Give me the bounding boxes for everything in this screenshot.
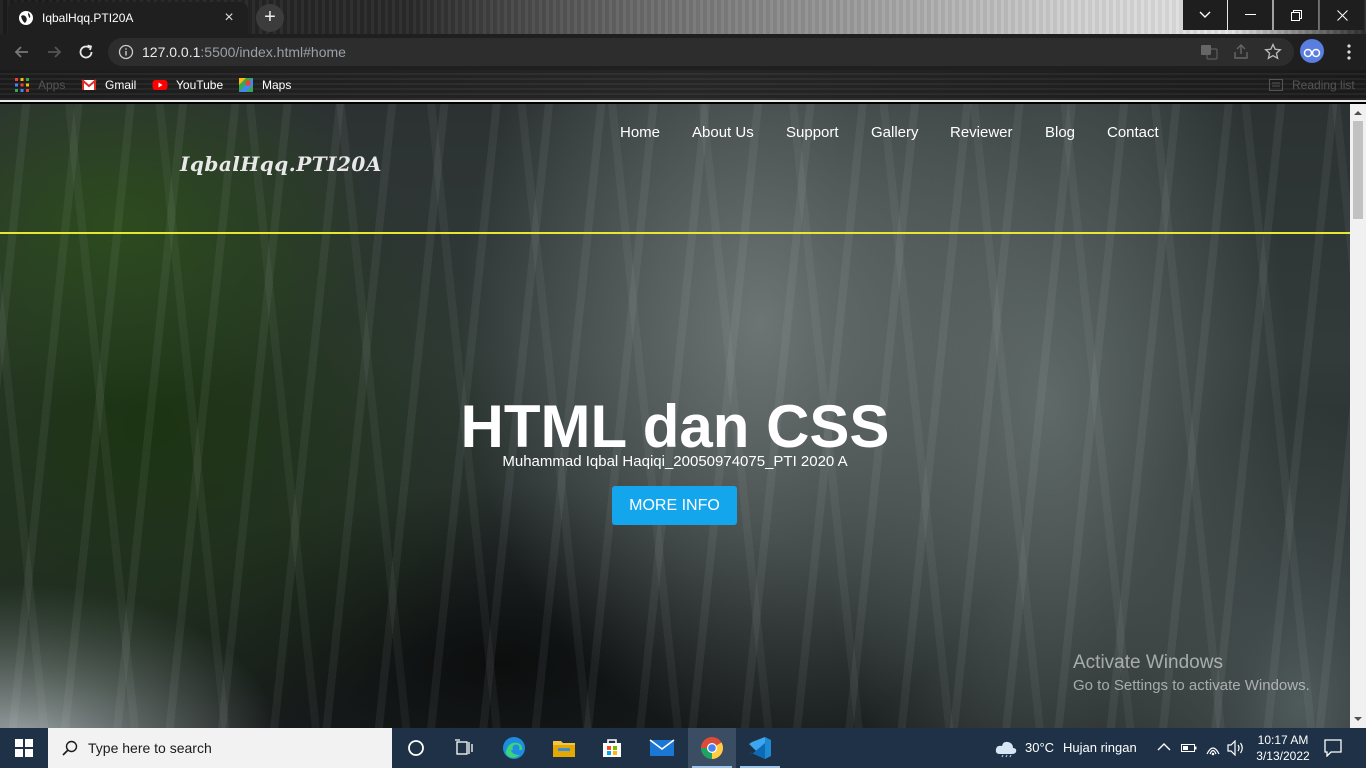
browser-titlebar: IqbalHqq.PTI20A × + — [0, 0, 1366, 34]
clock-date: 3/13/2022 — [1256, 749, 1310, 763]
cortana-button[interactable] — [392, 728, 440, 768]
windows-logo-icon — [15, 739, 33, 757]
tab-close-button[interactable]: × — [220, 10, 238, 26]
taskbar-edge[interactable] — [490, 728, 538, 768]
reading-list-button[interactable]: Reading list — [1268, 77, 1355, 93]
minimize-button[interactable] — [1228, 0, 1272, 30]
search-placeholder: Type here to search — [88, 740, 212, 756]
battery-icon[interactable] — [1181, 742, 1197, 754]
scroll-thumb[interactable] — [1353, 121, 1363, 219]
close-window-button[interactable] — [1320, 0, 1364, 30]
hero-title: HTML dan CSS — [460, 393, 890, 460]
share-icon[interactable] — [1232, 43, 1250, 61]
gmail-icon — [81, 79, 97, 90]
apps-grid-icon — [15, 78, 29, 92]
forward-arrow-icon[interactable] — [44, 42, 64, 62]
scroll-down-arrow-icon[interactable] — [1354, 715, 1362, 723]
search-icon — [62, 740, 78, 756]
nav-about-us[interactable]: About Us — [692, 124, 754, 141]
windows-taskbar: Type here to search 30°C Hujan ringan 10… — [0, 728, 1366, 768]
back-arrow-icon[interactable] — [12, 42, 32, 62]
site-logo-text[interactable]: IqbalHqq.PTI20A — [180, 152, 382, 176]
address-bar-row: 127.0.0.1 :5500/index.html#home — [0, 34, 1366, 70]
system-clock[interactable]: 10:17 AM 3/13/2022 — [1250, 732, 1316, 764]
page-scrollbar[interactable] — [1350, 104, 1366, 728]
nav-support[interactable]: Support — [786, 124, 839, 141]
chevron-up-icon[interactable] — [1157, 742, 1171, 752]
url-field[interactable]: 127.0.0.1 :5500/index.html#home — [108, 38, 1294, 66]
translate-icon[interactable] — [1200, 43, 1218, 61]
chevron-down-icon — [1199, 11, 1211, 18]
reading-list-icon — [1269, 79, 1283, 91]
taskbar-store[interactable] — [588, 728, 636, 768]
notification-center-icon[interactable] — [1324, 739, 1342, 757]
more-info-button[interactable]: MORE INFO — [612, 486, 737, 525]
clock-time: 10:17 AM — [1257, 733, 1309, 747]
store-icon — [603, 739, 621, 757]
start-button[interactable] — [0, 728, 48, 768]
tab-search-button[interactable] — [1183, 0, 1227, 30]
nav-gallery[interactable]: Gallery — [871, 124, 919, 141]
page-viewport: Home About Us Support Gallery Reviewer B… — [0, 104, 1350, 728]
bookmark-gmail[interactable]: Gmail — [81, 77, 136, 93]
nav-reviewer[interactable]: Reviewer — [950, 124, 1013, 141]
bookmarks-bar: Apps Gmail YouTube Maps Reading list — [0, 70, 1366, 102]
bookmark-maps[interactable]: Maps — [238, 77, 291, 93]
bookmark-youtube[interactable]: YouTube — [152, 77, 223, 93]
youtube-icon — [152, 80, 168, 90]
bookmark-label: Gmail — [105, 78, 137, 92]
mail-icon — [649, 739, 675, 756]
network-icon[interactable] — [1205, 740, 1221, 756]
bookmark-apps[interactable]: Apps — [14, 77, 65, 93]
weather-cloud-icon[interactable] — [994, 738, 1018, 758]
bookmark-label: Apps — [38, 78, 66, 92]
globe-icon — [19, 11, 33, 25]
taskbar-search-box[interactable]: Type here to search — [48, 728, 392, 768]
minimize-icon — [1244, 14, 1256, 15]
maps-icon — [239, 78, 253, 92]
url-path: :5500/index.html#home — [200, 44, 346, 60]
tab-title: IqbalHqq.PTI20A — [42, 11, 134, 25]
restore-button[interactable] — [1274, 0, 1318, 30]
weather-description[interactable]: Hujan ringan — [1063, 740, 1137, 755]
task-view-icon — [455, 739, 473, 755]
reading-list-label: Reading list — [1292, 78, 1355, 92]
taskbar-vscode[interactable] — [736, 728, 784, 768]
bookmark-label: YouTube — [176, 78, 224, 92]
nav-home[interactable]: Home — [620, 124, 660, 141]
file-explorer-icon — [553, 741, 575, 757]
taskbar-chrome[interactable] — [688, 728, 736, 768]
more-menu-icon[interactable] — [1340, 43, 1358, 61]
chrome-icon — [701, 737, 723, 759]
volume-icon[interactable] — [1227, 740, 1245, 756]
header-divider — [0, 232, 1350, 234]
bookmark-star-icon[interactable] — [1264, 43, 1282, 61]
browser-tab[interactable]: IqbalHqq.PTI20A × — [8, 2, 248, 34]
vscode-icon — [749, 737, 771, 759]
cortana-circle-icon — [408, 740, 424, 756]
weather-temperature[interactable]: 30°C — [1025, 740, 1054, 755]
restore-icon — [1290, 9, 1302, 21]
scroll-up-arrow-icon[interactable] — [1354, 109, 1362, 117]
taskbar-file-explorer[interactable] — [540, 728, 588, 768]
reload-icon[interactable] — [76, 42, 96, 62]
taskbar-mail[interactable] — [638, 728, 686, 768]
new-tab-button[interactable]: + — [256, 4, 284, 32]
nav-contact[interactable]: Contact — [1107, 124, 1159, 141]
activate-windows-title: Activate Windows — [1073, 652, 1223, 673]
profile-avatar-icon[interactable] — [1300, 39, 1324, 63]
activate-windows-subtitle: Go to Settings to activate Windows. — [1073, 677, 1310, 694]
bookmark-label: Maps — [262, 78, 292, 92]
url-host: 127.0.0.1 — [142, 44, 201, 60]
hero-subtitle: Muhammad Iqbal Haqiqi_20050974075_PTI 20… — [502, 453, 848, 470]
task-view-button[interactable] — [440, 728, 488, 768]
site-info-icon[interactable] — [118, 44, 134, 60]
edge-icon — [503, 737, 525, 759]
close-icon — [1336, 9, 1348, 21]
nav-blog[interactable]: Blog — [1045, 124, 1075, 141]
